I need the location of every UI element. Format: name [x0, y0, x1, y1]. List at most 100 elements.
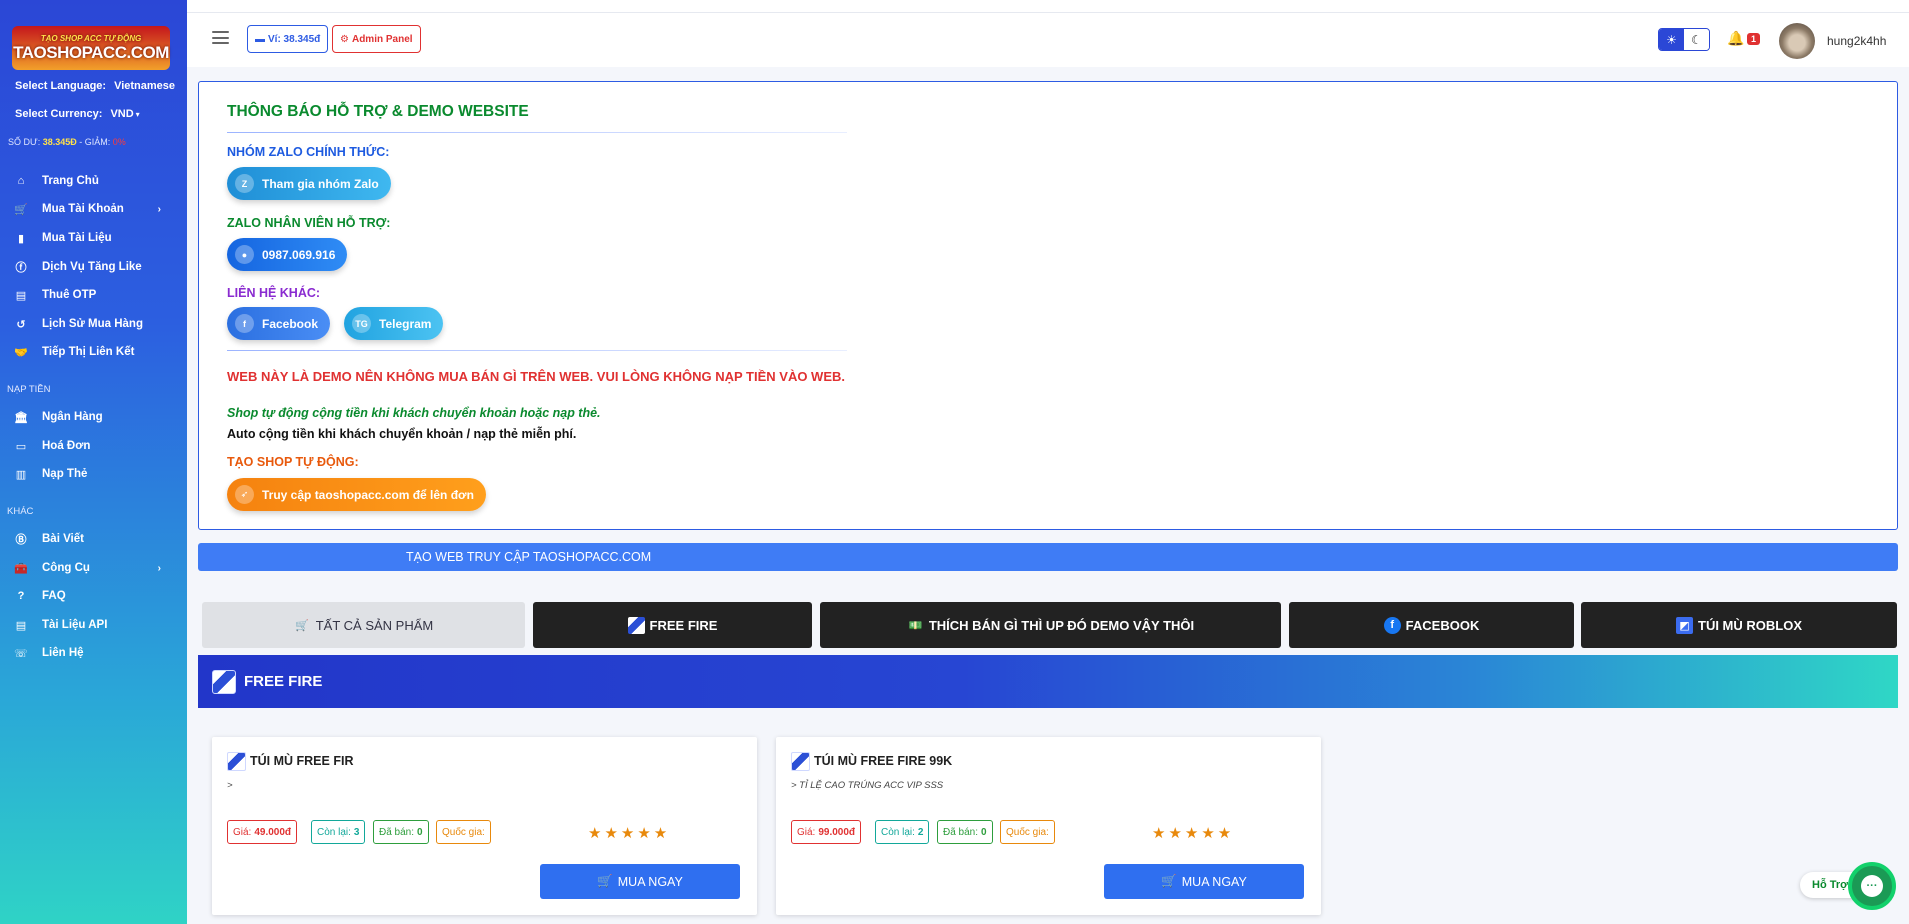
facebook-button-label: Facebook — [262, 316, 319, 331]
chat-icon: ··· — [1861, 875, 1883, 897]
facebook-button[interactable]: f Facebook — [227, 307, 331, 340]
question-icon: ? — [17, 590, 25, 602]
sun-icon[interactable]: ☀ — [1659, 29, 1684, 50]
demo-warning: WEB NÀY LÀ DEMO NÊN KHÔNG MUA BÁN GÌ TRÊ… — [227, 369, 845, 384]
notice-card: THÔNG BÁO HỖ TRỢ & DEMO WEBSITE NHÓM ZAL… — [198, 81, 1898, 530]
facebook-icon: f — [1383, 616, 1401, 634]
price-value: 99.000đ — [818, 826, 856, 838]
rocket-icon: ➶ — [235, 485, 254, 504]
tab-all-products[interactable]: 🛒 TẤT CẢ SẢN PHẨM — [202, 602, 525, 648]
sidebar-item-card[interactable]: ▥ Nạp Thẻ — [0, 464, 187, 484]
tab-demo-products[interactable]: 💵 THÍCH BÁN GÌ THÌ UP ĐÓ DEMO VẬY THÔI — [820, 602, 1281, 648]
buy-now-button[interactable]: 🛒 MUA NGAY — [540, 864, 740, 899]
chat-icon: ● — [235, 245, 254, 264]
other-contact-label: LIÊN HỆ KHÁC: — [227, 286, 321, 300]
tab-label: TÚI MÙ ROBLOX — [1698, 617, 1802, 633]
sidebar-item-home[interactable]: ⌂ Trang Chủ — [0, 171, 187, 191]
currency-label: Select Currency: — [15, 108, 103, 120]
language-selector[interactable]: Select Language: Vietnamese — [0, 80, 187, 92]
admin-panel-button[interactable]: ⚙ Admin Panel — [332, 25, 421, 53]
product-card[interactable]: TÚI MÙ FREE FIR > Giá: 49.000đ Còn lại: 3 … — [212, 737, 757, 915]
product-card[interactable]: TÚI MÙ FREE FIRE 99K > TỈ LỆ CAO TRÚNG A… — [776, 737, 1321, 915]
sidebar-item-faq[interactable]: ? FAQ — [0, 586, 187, 606]
price-label: Giá: — [797, 826, 816, 838]
language-value[interactable]: Vietnamese — [114, 80, 175, 92]
wallet-button[interactable]: ▬ Ví: 38.345đ — [247, 25, 329, 53]
currency-value[interactable]: VND — [110, 108, 133, 120]
menu-toggle-icon[interactable] — [212, 31, 229, 44]
currency-selector[interactable]: Select Currency: VND ▾ — [0, 108, 187, 120]
sidebar-item-label: Mua Tài Khoản — [42, 203, 124, 215]
sidebar-item-api-docs[interactable]: ▤ Tài Liệu API — [0, 615, 187, 635]
notification-badge: 1 — [1747, 33, 1761, 45]
zalo-staff-phone-button[interactable]: ● 0987.069.916 — [227, 238, 348, 271]
buy-now-button[interactable]: 🛒 MUA NGAY — [1104, 864, 1304, 899]
sidebar-item-label: Liên Hệ — [42, 647, 84, 659]
sold-value: 0 — [981, 826, 987, 838]
sidebar-item-otp[interactable]: ▤ Thuê OTP — [0, 285, 187, 305]
file-icon: ▤ — [15, 289, 27, 302]
username[interactable]: hung2k4hh — [1827, 34, 1886, 48]
tab-roblox[interactable]: ◩ TÚI MÙ ROBLOX — [1581, 602, 1897, 648]
sidebar-item-buy-docs[interactable]: ▮ Mua Tài Liệu — [0, 228, 187, 248]
invoice-icon: ▭ — [15, 440, 27, 453]
moon-icon[interactable]: ☾ — [1684, 29, 1709, 50]
sidebar-item-label: Ngân Hàng — [42, 411, 103, 423]
chevron-right-icon: › — [157, 203, 161, 215]
country-label: Quốc gia: — [1006, 826, 1049, 838]
price-tag: Giá: 99.000đ — [791, 820, 862, 844]
price-tag: Giá: 49.000đ — [227, 820, 298, 844]
sidebar-item-label: Tiếp Thị Liên Kết — [42, 346, 135, 358]
tab-free-fire[interactable]: FREE FIRE — [533, 602, 812, 648]
country-tag: Quốc gia: — [1000, 820, 1055, 844]
money-icon: 💵 — [908, 619, 923, 632]
avatar[interactable] — [1779, 23, 1815, 59]
rating-stars: ★★★★★ — [588, 825, 671, 842]
sold-tag: Đã bán: 0 — [373, 820, 429, 844]
auto-topup-note-2: Auto cộng tiền khi khách chuyển khoản / … — [227, 427, 577, 441]
bell-icon[interactable]: 🔔 — [1727, 30, 1744, 47]
sidebar-item-blog[interactable]: Ⓑ Bài Viết — [0, 529, 187, 549]
sidebar-item-like-service[interactable]: ⓕ Dịch Vụ Tăng Like — [0, 257, 187, 277]
cart-icon: 🛒 — [1161, 874, 1177, 888]
sidebar-item-bank[interactable]: 🏛 Ngân Hàng — [0, 407, 187, 427]
product-name[interactable]: TÚI MÙ FREE FIRE 99K — [814, 754, 952, 768]
sidebar-item-buy-account[interactable]: 🛒 Mua Tài Khoản › — [0, 199, 187, 219]
sidebar-item-label: Mua Tài Liệu — [42, 232, 112, 244]
tab-label: FREE FIRE — [649, 617, 718, 633]
stock-tag: Còn lại: 2 — [875, 820, 930, 844]
logo-text: TAOSHOPACC.COM — [13, 42, 169, 62]
sidebar: TẠO SHOP ACC TỰ ĐỘNG TAOSHOPACC.COM Sele… — [0, 0, 187, 924]
sidebar-item-label: Dịch Vụ Tăng Like — [42, 261, 142, 273]
sidebar-item-label: Bài Viết — [42, 533, 84, 545]
sidebar-item-tools[interactable]: 🧰 Công Cụ › — [0, 558, 187, 578]
product-name[interactable]: TÚI MÙ FREE FIR — [250, 754, 353, 768]
sidebar-item-contact[interactable]: ☏ Liên Hệ — [0, 643, 187, 663]
facebook-icon: f — [235, 314, 254, 333]
zalo-group-button[interactable]: Z Tham gia nhóm Zalo — [227, 167, 391, 200]
bank-icon: 🏛 — [14, 411, 28, 424]
freefire-icon — [627, 616, 645, 634]
site-logo[interactable]: TẠO SHOP ACC TỰ ĐỘNG TAOSHOPACC.COM — [12, 26, 170, 70]
telegram-button[interactable]: TG Telegram — [344, 307, 444, 340]
wallet-label: Ví: 38.345đ — [268, 33, 321, 45]
telegram-button-label: Telegram — [379, 316, 432, 331]
sidebar-item-history[interactable]: ↺ Lịch Sử Mua Hàng — [0, 314, 187, 334]
sidebar-item-label: Trang Chủ — [42, 175, 99, 187]
sidebar-item-affiliate[interactable]: 🤝 Tiếp Thị Liên Kết — [0, 342, 187, 362]
support-chat-button[interactable]: ··· — [1848, 862, 1896, 910]
stock-value: 2 — [917, 826, 924, 838]
promo-banner[interactable]: TẠO WEB TRUY CẬP TAOSHOPACC.COM — [198, 543, 1898, 571]
theme-toggle[interactable]: ☀ ☾ — [1658, 28, 1710, 51]
tab-facebook[interactable]: f FACEBOOK — [1289, 602, 1574, 648]
stock-label: Còn lại: — [317, 826, 351, 838]
handshake-icon: 🤝 — [14, 346, 28, 359]
sidebar-item-label: Công Cụ — [42, 562, 90, 574]
home-icon: ⌂ — [17, 175, 25, 187]
create-shop-button-label: Truy cập taoshopacc.com để lên đơn — [262, 487, 474, 502]
create-shop-button[interactable]: ➶ Truy cập taoshopacc.com để lên đơn — [227, 478, 486, 511]
caret-down-icon: ▾ — [135, 109, 140, 119]
category-title: FREE FIRE — [244, 673, 323, 690]
sidebar-item-invoice[interactable]: ▭ Hoá Đơn — [0, 436, 187, 456]
zalo-staff-label: ZALO NHÂN VIÊN HỖ TRỢ: — [227, 216, 391, 230]
